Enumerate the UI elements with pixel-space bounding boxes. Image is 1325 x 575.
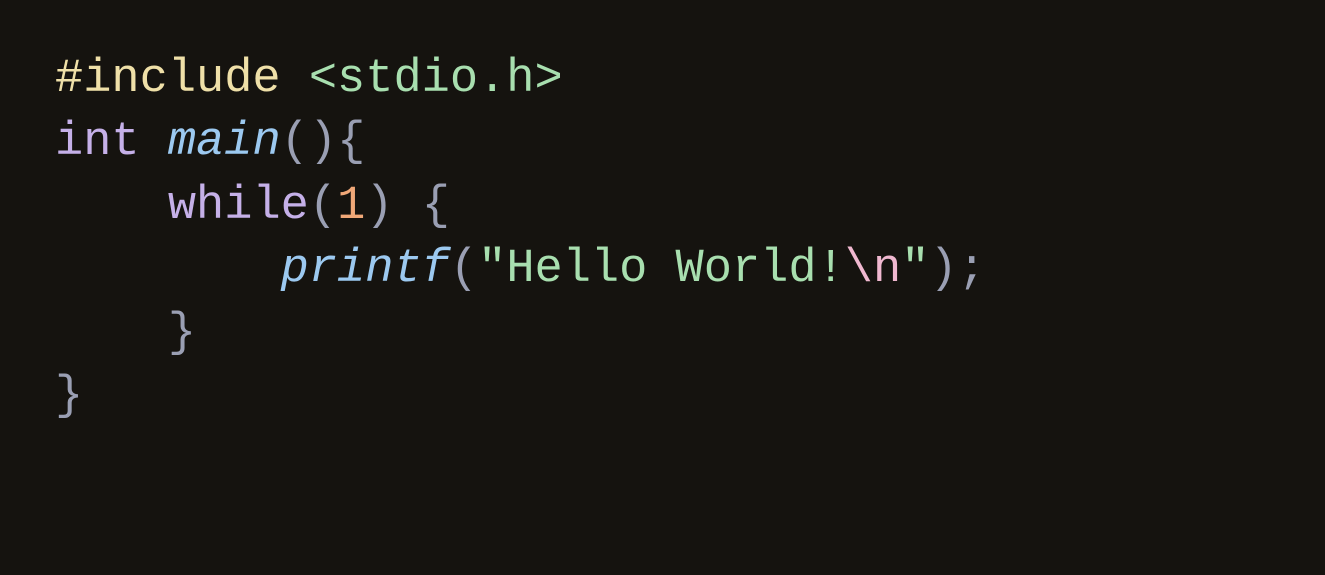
string-quote-close: "	[901, 243, 929, 296]
escape-sequence: \n	[845, 243, 901, 296]
brace-close: }	[55, 370, 83, 423]
code-editor[interactable]: #include <stdio.h> int main(){ while(1) …	[55, 48, 1270, 429]
string-quote-open: "	[478, 243, 506, 296]
code-line-1: #include <stdio.h>	[55, 53, 563, 106]
while-keyword: while	[168, 180, 309, 233]
brace-open: {	[337, 116, 365, 169]
parentheses: ()	[281, 116, 337, 169]
code-line-4: printf("Hello World!\n");	[55, 243, 986, 296]
brace-open: {	[422, 180, 450, 233]
code-line-2: int main(){	[55, 116, 365, 169]
indent	[55, 180, 168, 233]
type-keyword: int	[55, 116, 168, 169]
paren-open: (	[450, 243, 478, 296]
paren-close: )	[365, 180, 421, 233]
paren-open: (	[309, 180, 337, 233]
code-line-3: while(1) {	[55, 180, 450, 233]
string-content: Hello World!	[506, 243, 844, 296]
function-name-main: main	[168, 116, 281, 169]
paren-close: )	[929, 243, 957, 296]
header-include: <stdio.h>	[309, 53, 563, 106]
indent	[55, 243, 281, 296]
function-name-printf: printf	[281, 243, 450, 296]
preprocessor-directive: #include	[55, 53, 309, 106]
indent	[55, 307, 168, 360]
brace-close: }	[168, 307, 196, 360]
code-line-6: }	[55, 370, 83, 423]
semicolon: ;	[958, 243, 986, 296]
code-line-5: }	[55, 307, 196, 360]
number-literal: 1	[337, 180, 365, 233]
